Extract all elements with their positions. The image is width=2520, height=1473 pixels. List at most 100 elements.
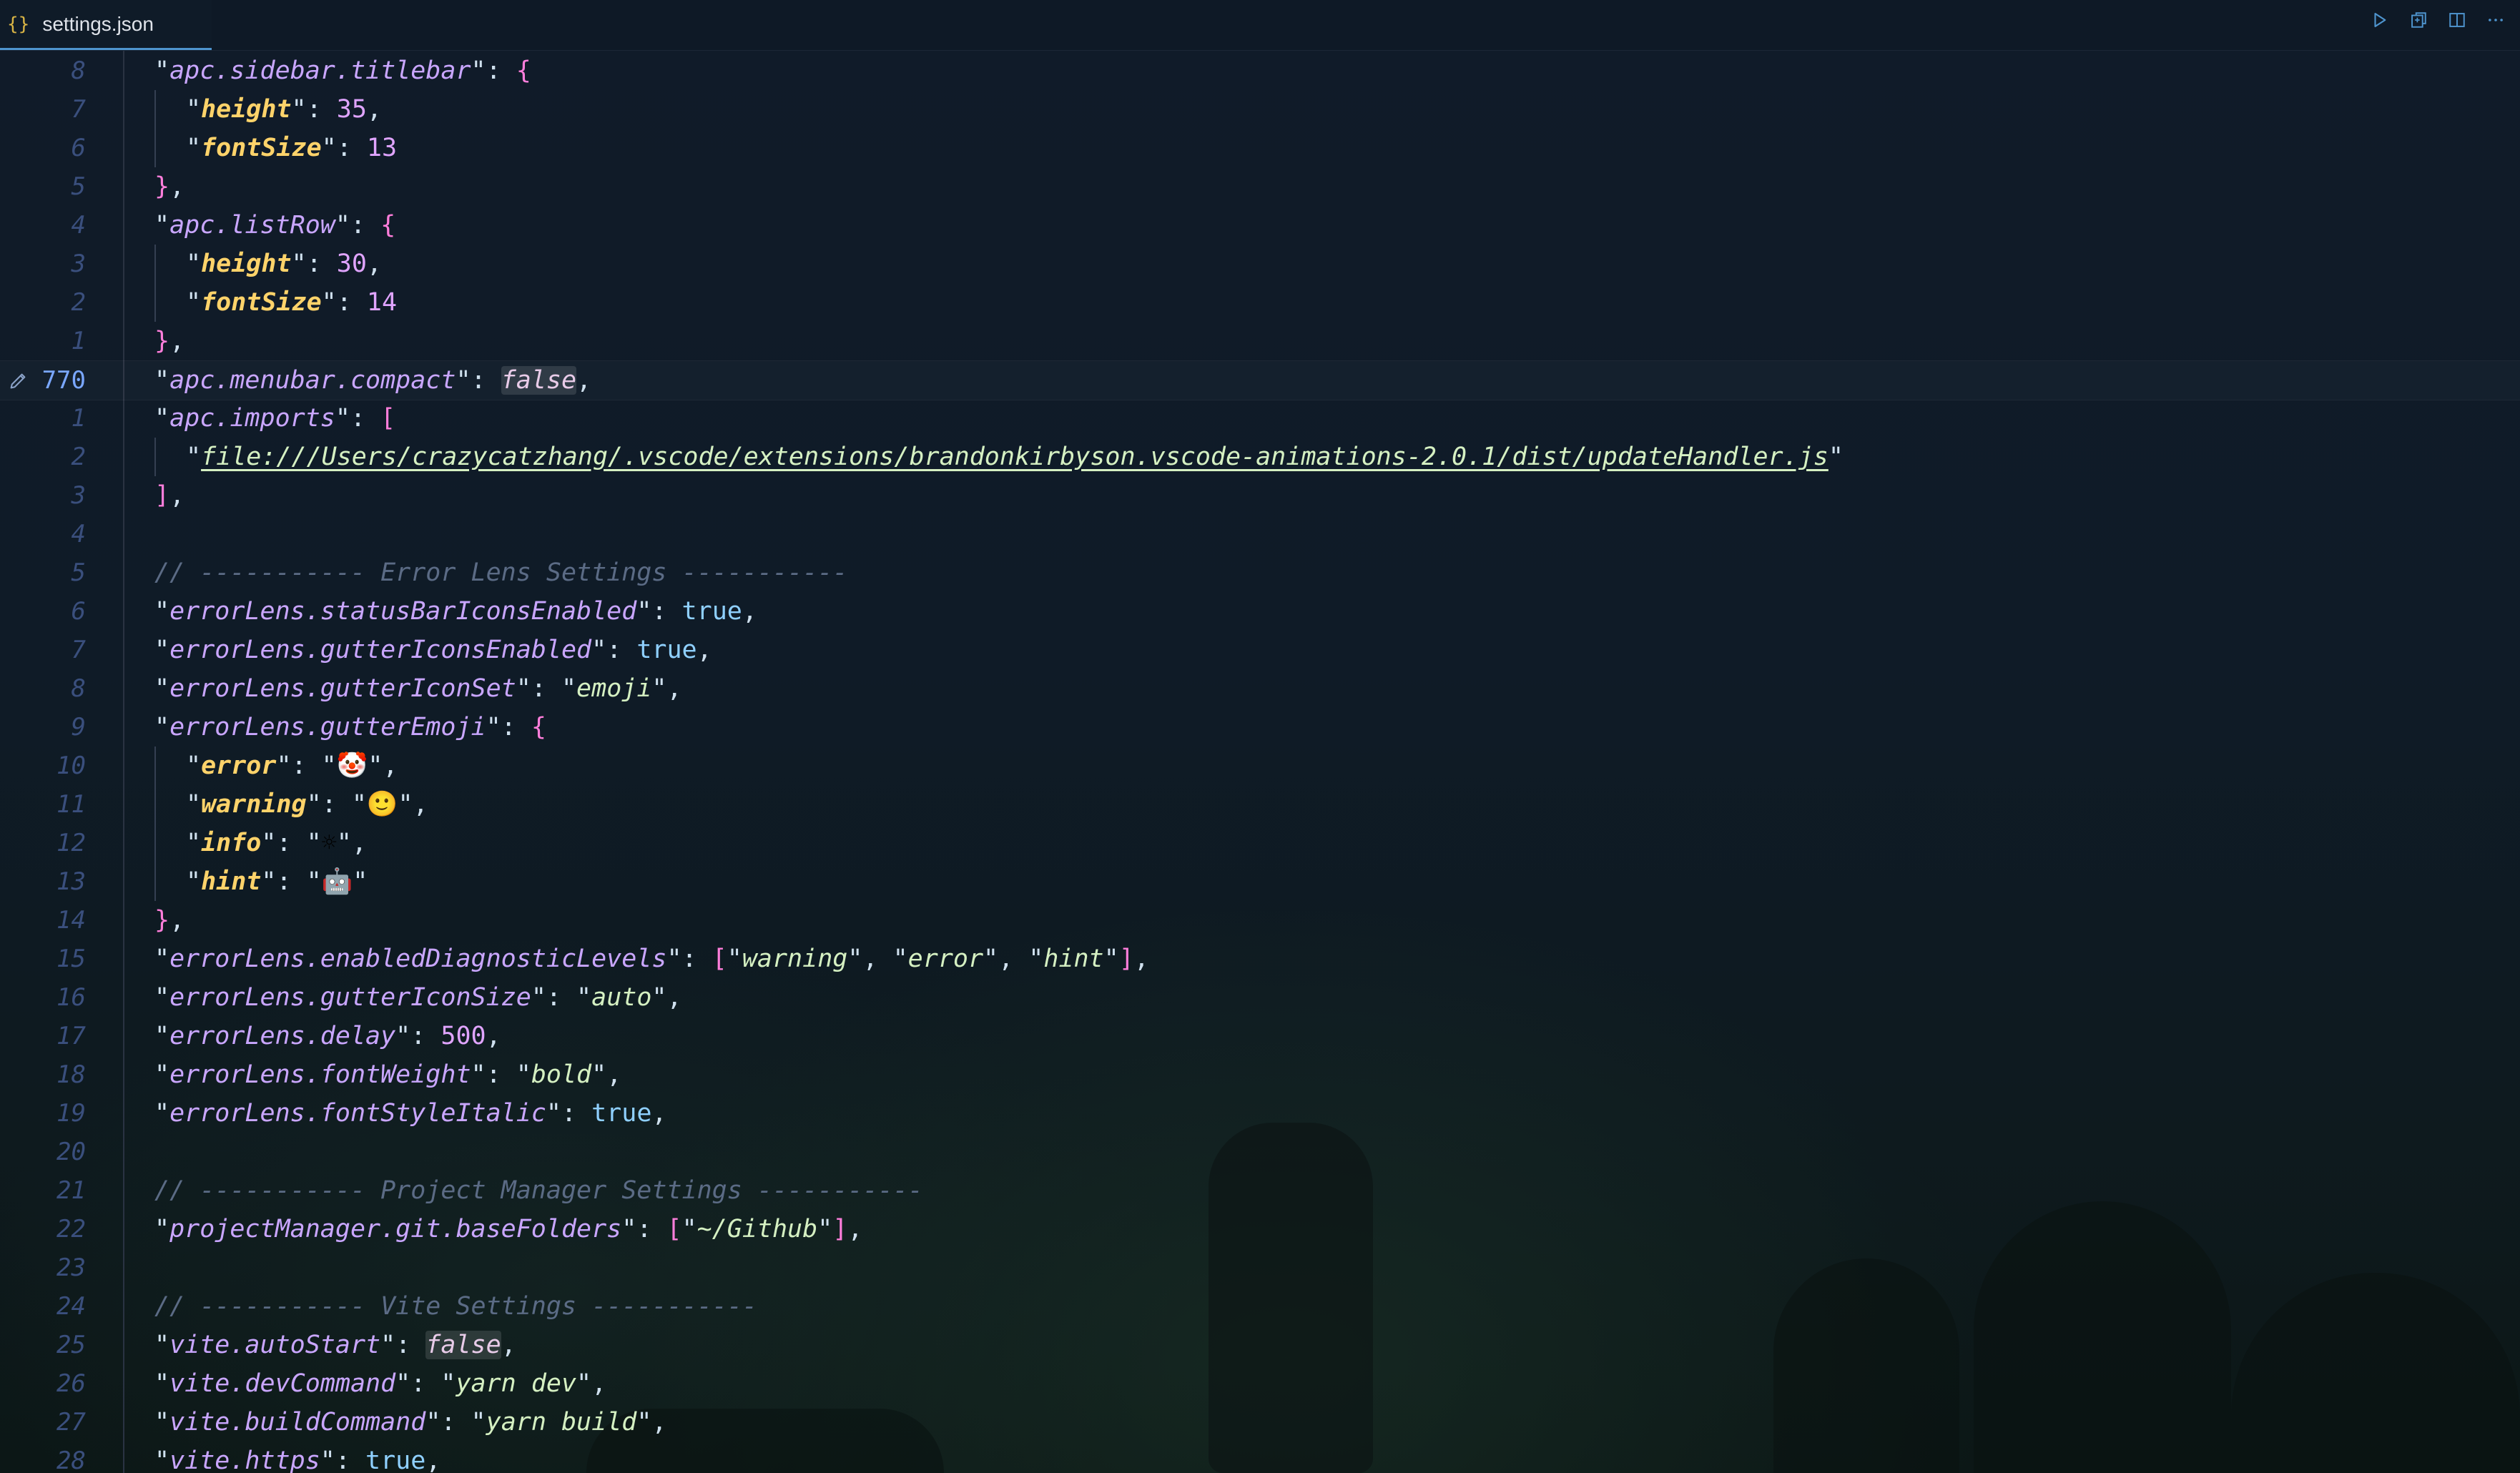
code-token: }	[154, 172, 170, 201]
run-icon	[2374, 13, 2386, 27]
code-line[interactable]: 26 "vite.devCommand": "yarn dev",	[0, 1364, 2520, 1403]
line-number: 28	[56, 1447, 86, 1473]
code-token: "	[651, 983, 667, 1012]
code-line[interactable]: 6 "fontSize": 13	[0, 129, 2520, 167]
code-line[interactable]: 15 "errorLens.enabledDiagnosticLevels": […	[0, 940, 2520, 978]
code-token: "	[335, 404, 350, 433]
line-number: 17	[56, 1022, 86, 1050]
line-number: 16	[56, 983, 86, 1012]
code-token: "	[154, 945, 170, 973]
code-token: :	[486, 1060, 516, 1089]
code-token: "	[186, 867, 202, 896]
code-token: }	[154, 906, 170, 935]
code-line[interactable]: 14},	[0, 901, 2520, 940]
line-number: 11	[56, 790, 86, 819]
code-token: errorLens.gutterIconSet	[169, 674, 516, 703]
code-token: ,	[651, 1408, 667, 1437]
code-token: ,	[425, 1447, 441, 1473]
line-number: 8	[71, 674, 86, 703]
code-text: "fontSize": 13	[186, 129, 397, 167]
line-number: 8	[71, 56, 86, 85]
code-line[interactable]: 24 // ----------- Vite Settings ---------…	[0, 1287, 2520, 1326]
more-actions-button[interactable]	[2486, 10, 2506, 30]
code-text: "error": "🤡",	[186, 747, 398, 785]
code-line[interactable]: 10 "error": "🤡",	[0, 747, 2520, 785]
code-token: :	[486, 56, 516, 85]
code-token: "	[1028, 945, 1044, 973]
code-line[interactable]: 3],	[0, 476, 2520, 515]
code-token: "	[516, 674, 531, 703]
code-line[interactable]: 5 // ----------- Error Lens Settings ----…	[0, 553, 2520, 592]
code-line[interactable]: 28 "vite.https": true,	[0, 1442, 2520, 1473]
code-line[interactable]: 20	[0, 1133, 2520, 1171]
code-token: "	[353, 867, 368, 896]
code-token: error	[201, 752, 277, 780]
code-line[interactable]: 27 "vite.buildCommand": "yarn build",	[0, 1403, 2520, 1442]
code-text: "errorLens.fontWeight": "bold",	[154, 1055, 621, 1094]
code-token: apc.sidebar.titlebar	[169, 56, 471, 85]
code-editor[interactable]: 8 "apc.sidebar.titlebar": {7 "height": 35,…	[0, 50, 2520, 1473]
line-number: 24	[56, 1292, 86, 1321]
code-token: [	[712, 945, 727, 973]
code-text: "errorLens.delay": 500,	[154, 1017, 501, 1055]
code-line[interactable]: 3 "height": 30,	[0, 245, 2520, 283]
code-line[interactable]: 16 "errorLens.gutterIconSize": "auto",	[0, 978, 2520, 1017]
code-line[interactable]: 23	[0, 1248, 2520, 1287]
code-token: ☼	[321, 829, 337, 857]
code-line[interactable]: 21 // ----------- Project Manager Setting…	[0, 1171, 2520, 1210]
run-button[interactable]	[2370, 10, 2390, 30]
json-file-icon: {}	[7, 13, 30, 35]
code-line[interactable]: 2 "file:///Users/crazycatzhang/.vscode/ex…	[0, 438, 2520, 476]
code-token: ,	[351, 829, 367, 857]
line-number: 2	[71, 443, 86, 471]
code-line-current[interactable]: 770 "apc.menubar.compact": false,	[0, 360, 2520, 400]
code-line[interactable]: 25 "vite.autoStart": false,	[0, 1326, 2520, 1364]
code-text: "vite.autoStart": false,	[154, 1326, 516, 1364]
code-line[interactable]: 7 "errorLens.gutterIconsEnabled": true,	[0, 631, 2520, 669]
code-text: ],	[154, 476, 184, 515]
code-token: ,	[501, 1331, 516, 1359]
code-line[interactable]: 19 "errorLens.fontStyleItalic": true,	[0, 1094, 2520, 1133]
code-token: "	[154, 1369, 170, 1398]
code-line[interactable]: 13 "hint": "🤖"	[0, 862, 2520, 901]
code-token: "	[471, 56, 486, 85]
code-line[interactable]: 1 "apc.imports": [	[0, 399, 2520, 438]
line-number: 19	[56, 1099, 86, 1128]
code-token: 14	[366, 288, 398, 317]
split-editor-button[interactable]	[2447, 10, 2467, 30]
line-number: 20	[56, 1138, 86, 1166]
code-text: },	[154, 322, 184, 360]
code-line[interactable]: 12 "info": "☼",	[0, 824, 2520, 862]
code-line[interactable]: 22 "projectManager.git.baseFolders": ["~/…	[0, 1210, 2520, 1248]
code-text: "errorLens.fontStyleItalic": true,	[154, 1094, 666, 1133]
code-token: "	[591, 636, 607, 664]
code-token: "	[321, 134, 337, 162]
code-token: {	[531, 713, 546, 742]
code-line[interactable]: 2 "fontSize": 14	[0, 283, 2520, 322]
code-line[interactable]: 17 "errorLens.delay": 500,	[0, 1017, 2520, 1055]
code-line[interactable]: 4 "apc.listRow": {	[0, 206, 2520, 245]
tab-settings-json[interactable]: {} settings.json	[0, 0, 212, 50]
code-token: info	[201, 829, 262, 857]
code-token: projectManager.git.baseFolders	[169, 1215, 622, 1243]
code-line[interactable]: 5},	[0, 167, 2520, 206]
code-text: "errorLens.gutterIconSet": "emoji",	[154, 669, 682, 708]
code-line[interactable]: 1},	[0, 322, 2520, 360]
open-changes-button[interactable]	[2408, 10, 2428, 30]
code-token: "	[395, 1369, 411, 1398]
code-line[interactable]: 8 "errorLens.gutterIconSet": "emoji",	[0, 669, 2520, 708]
code-line[interactable]: 7 "height": 35,	[0, 90, 2520, 129]
code-line[interactable]: 4	[0, 515, 2520, 553]
code-token: :	[410, 1369, 441, 1398]
code-token: "	[306, 829, 322, 857]
code-line[interactable]: 18 "errorLens.fontWeight": "bold",	[0, 1055, 2520, 1094]
code-token: ,	[486, 1022, 501, 1050]
code-line[interactable]: 11 "warning": "🙂",	[0, 785, 2520, 824]
code-line[interactable]: 9 "errorLens.gutterEmoji": {	[0, 708, 2520, 747]
code-token: ,	[847, 1215, 863, 1243]
code-line[interactable]: 8 "apc.sidebar.titlebar": {	[0, 51, 2520, 90]
line-number: 4	[71, 520, 86, 548]
code-line[interactable]: 6 "errorLens.statusBarIconsEnabled": true…	[0, 592, 2520, 631]
code-token: apc.listRow	[169, 211, 335, 240]
code-token: :	[651, 597, 682, 626]
